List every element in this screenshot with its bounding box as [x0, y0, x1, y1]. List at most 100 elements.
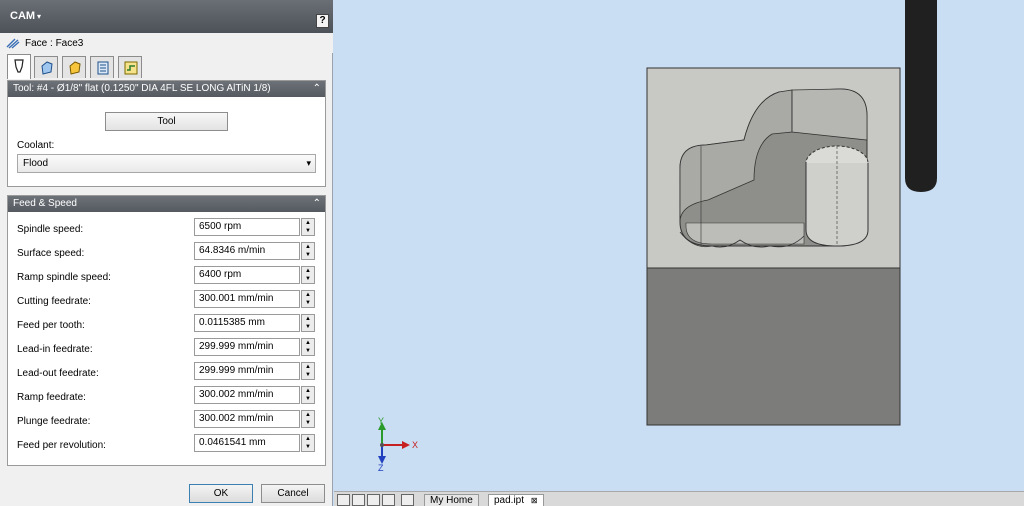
- spinner-down-icon[interactable]: ▼: [302, 347, 314, 355]
- panel-title[interactable]: CAM: [10, 10, 35, 22]
- spinner-up-icon[interactable]: ▲: [302, 339, 314, 347]
- spinner[interactable]: ▲ ▼: [301, 290, 315, 308]
- tile-vertical-icon[interactable]: [352, 494, 365, 506]
- coolant-select[interactable]: Flood ▾: [17, 154, 316, 173]
- select-tool-button[interactable]: Tool: [105, 112, 228, 131]
- spinner[interactable]: ▲ ▼: [301, 218, 315, 236]
- tool-tab[interactable]: [7, 54, 31, 79]
- tool-section: Tool: #4 - Ø1/8" flat (0.1250" DIA 4FL S…: [7, 80, 326, 187]
- feed-speed-header[interactable]: Feed & Speed ⌃: [8, 196, 325, 212]
- spinner[interactable]: ▲ ▼: [301, 314, 315, 332]
- spinner-down-icon[interactable]: ▼: [302, 251, 314, 259]
- spinner-down-icon[interactable]: ▼: [302, 371, 314, 379]
- spinner[interactable]: ▲ ▼: [301, 362, 315, 380]
- spinner-down-icon[interactable]: ▼: [302, 323, 314, 331]
- linking-icon: [124, 61, 138, 75]
- face-icon: [6, 38, 20, 49]
- axis-triad[interactable]: Y X Z: [374, 416, 424, 476]
- coolant-label: Coolant:: [17, 140, 55, 151]
- cutting-tool[interactable]: [905, 0, 937, 192]
- spinner-up-icon[interactable]: ▲: [302, 315, 314, 323]
- passes-tab[interactable]: [90, 56, 114, 78]
- selected-face-row: Face : Face3: [0, 33, 333, 53]
- collapse-icon[interactable]: ⌃: [313, 196, 321, 212]
- spinner-down-icon[interactable]: ▼: [302, 227, 314, 235]
- param-value-input[interactable]: 6400 rpm: [194, 266, 300, 284]
- tool-section-header[interactable]: Tool: #4 - Ø1/8" flat (0.1250" DIA 4FL S…: [8, 81, 325, 97]
- param-row: Lead-out feedrate: 299.999 mm/min ▲ ▼: [8, 360, 325, 384]
- param-label: Ramp spindle speed:: [17, 272, 111, 283]
- param-row: Surface speed: 64.8346 m/min ▲ ▼: [8, 240, 325, 264]
- pocket-wall[interactable]: [791, 88, 868, 141]
- spinner-down-icon[interactable]: ▼: [302, 299, 314, 307]
- linking-tab[interactable]: [118, 56, 142, 78]
- spinner[interactable]: ▲ ▼: [301, 386, 315, 404]
- spinner[interactable]: ▲ ▼: [301, 242, 315, 260]
- spinner-up-icon[interactable]: ▲: [302, 363, 314, 371]
- spinner[interactable]: ▲ ▼: [301, 434, 315, 452]
- spinner-up-icon[interactable]: ▲: [302, 219, 314, 227]
- spinner-up-icon[interactable]: ▲: [302, 267, 314, 275]
- arrange-icon[interactable]: [382, 494, 395, 506]
- tab-menu-icon[interactable]: [401, 494, 414, 506]
- param-label: Cutting feedrate:: [17, 296, 91, 307]
- tab-pad-ipt[interactable]: pad.ipt ⊠: [488, 494, 544, 506]
- param-row: Ramp feedrate: 300.002 mm/min ▲ ▼: [8, 384, 325, 408]
- param-value-input[interactable]: 300.002 mm/min: [194, 386, 300, 404]
- model-view[interactable]: [334, 0, 1024, 491]
- spinner-down-icon[interactable]: ▼: [302, 419, 314, 427]
- ok-button[interactable]: OK: [189, 484, 253, 503]
- param-value-input[interactable]: 299.999 mm/min: [194, 362, 300, 380]
- param-value-input[interactable]: 0.0461541 mm: [194, 434, 300, 452]
- param-label: Surface speed:: [17, 248, 85, 259]
- model-viewport[interactable]: Y X Z: [334, 0, 1024, 491]
- close-icon[interactable]: ⊠: [531, 496, 538, 505]
- spinner-up-icon[interactable]: ▲: [302, 387, 314, 395]
- cancel-button[interactable]: Cancel: [261, 484, 325, 503]
- help-button[interactable]: ?: [316, 14, 329, 28]
- param-label: Feed per tooth:: [17, 320, 85, 331]
- spinner-down-icon[interactable]: ▼: [302, 443, 314, 451]
- panel-titlebar: CAM ▾ ?: [0, 0, 333, 33]
- param-value-input[interactable]: 299.999 mm/min: [194, 338, 300, 356]
- tile-horizontal-icon[interactable]: [337, 494, 350, 506]
- selected-face-label: Face : Face3: [25, 38, 84, 49]
- chevron-down-icon[interactable]: ▾: [37, 12, 41, 21]
- param-value-input[interactable]: 300.001 mm/min: [194, 290, 300, 308]
- param-value-input[interactable]: 0.0115385 mm: [194, 314, 300, 332]
- spinner-up-icon[interactable]: ▲: [302, 243, 314, 251]
- chevron-down-icon[interactable]: ▾: [306, 155, 311, 172]
- spinner-down-icon[interactable]: ▼: [302, 275, 314, 283]
- tool-holder-icon: [14, 59, 24, 73]
- pocket-floor[interactable]: [685, 222, 805, 245]
- param-label: Feed per revolution:: [17, 440, 106, 451]
- spinner-down-icon[interactable]: ▼: [302, 395, 314, 403]
- heights-tab[interactable]: [62, 56, 86, 78]
- param-row: Ramp spindle speed: 6400 rpm ▲ ▼: [8, 264, 325, 288]
- spinner-up-icon[interactable]: ▲: [302, 411, 314, 419]
- feed-speed-section: Feed & Speed ⌃ Spindle speed: 6500 rpm ▲ ▼ S…: [7, 195, 326, 466]
- param-value-input[interactable]: 6500 rpm: [194, 218, 300, 236]
- collapse-icon[interactable]: ⌃: [313, 81, 321, 97]
- z-axis-label: Z: [378, 463, 384, 473]
- param-row: Feed per tooth: 0.0115385 mm ▲ ▼: [8, 312, 325, 336]
- spinner-up-icon[interactable]: ▲: [302, 291, 314, 299]
- geometry-tab[interactable]: [34, 56, 58, 78]
- param-value-input[interactable]: 64.8346 m/min: [194, 242, 300, 260]
- param-value-input[interactable]: 300.002 mm/min: [194, 410, 300, 428]
- spinner[interactable]: ▲ ▼: [301, 266, 315, 284]
- feed-speed-title: Feed & Speed: [13, 198, 77, 209]
- operation-tabs: [0, 53, 333, 79]
- param-row: Lead-in feedrate: 299.999 mm/min ▲ ▼: [8, 336, 325, 360]
- document-tab-bar: My Home pad.ipt ⊠: [334, 491, 1024, 506]
- stock-side-face[interactable]: [646, 267, 901, 426]
- param-label: Ramp feedrate:: [17, 392, 86, 403]
- tab-my-home[interactable]: My Home: [424, 494, 479, 506]
- param-row: Spindle speed: 6500 rpm ▲ ▼: [8, 216, 325, 240]
- passes-icon: [97, 61, 109, 75]
- spinner[interactable]: ▲ ▼: [301, 410, 315, 428]
- spinner[interactable]: ▲ ▼: [301, 338, 315, 356]
- cascade-icon[interactable]: [367, 494, 380, 506]
- spinner-up-icon[interactable]: ▲: [302, 435, 314, 443]
- param-label: Lead-out feedrate:: [17, 368, 99, 379]
